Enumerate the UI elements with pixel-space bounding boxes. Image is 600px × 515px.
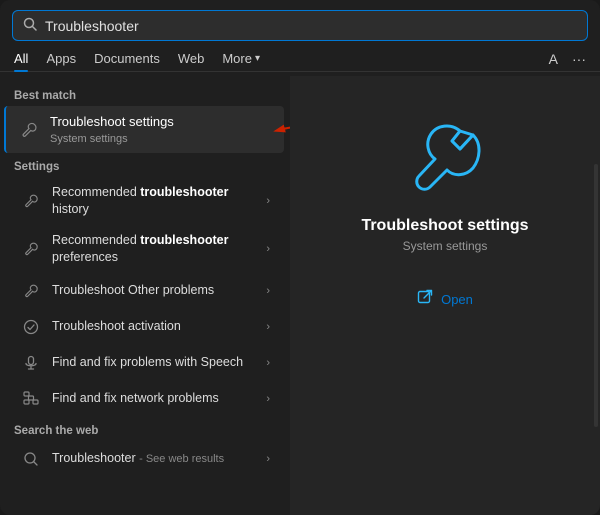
scroll-indicator xyxy=(594,164,598,427)
settings-item-4-text: Troubleshoot activation xyxy=(52,318,252,335)
chevron-right-icon-4: › xyxy=(266,321,270,333)
search-input[interactable]: Troubleshooter xyxy=(45,18,577,34)
best-match-item[interactable]: Troubleshoot settings System settings xyxy=(4,106,284,153)
settings-item-4[interactable]: Troubleshoot activation › xyxy=(6,309,284,345)
tab-more[interactable]: More ▾ xyxy=(222,47,260,71)
settings-item-5-text: Find and fix problems with Speech xyxy=(52,354,252,371)
right-panel-icon xyxy=(405,116,485,201)
search-bar[interactable]: Troubleshooter xyxy=(12,10,588,41)
settings-item-6-text: Find and fix network problems xyxy=(52,390,252,407)
open-icon xyxy=(417,289,433,310)
chevron-right-icon-3: › xyxy=(266,285,270,297)
web-search-item[interactable]: Troubleshooter - See web results › xyxy=(6,441,284,477)
best-match-label: Best match xyxy=(0,82,290,106)
right-panel-title: Troubleshoot settings xyxy=(361,217,528,235)
settings-label: Settings xyxy=(0,153,290,177)
settings-item-1-text: Recommended troubleshooter history xyxy=(52,184,252,218)
more-options-button[interactable]: ··· xyxy=(572,51,586,67)
chevron-right-icon-2: › xyxy=(266,243,270,255)
web-search-label: Search the web xyxy=(0,417,290,441)
settings-item-3-text: Troubleshoot Other problems xyxy=(52,282,252,299)
chevron-right-icon-5: › xyxy=(266,357,270,369)
right-panel: Troubleshoot settings System settings Op… xyxy=(290,76,600,515)
settings-item-5[interactable]: Find and fix problems with Speech › xyxy=(6,345,284,381)
wrench-icon-3 xyxy=(20,280,42,302)
network-icon xyxy=(20,388,42,410)
settings-item-1[interactable]: Recommended troubleshooter history › xyxy=(6,177,284,225)
open-label[interactable]: Open xyxy=(441,292,473,307)
wrench-icon xyxy=(18,119,40,141)
tab-apps[interactable]: Apps xyxy=(46,47,76,71)
right-panel-subtitle: System settings xyxy=(403,239,488,253)
left-panel: Best match Troubleshoot settings System … xyxy=(0,76,290,515)
chevron-down-icon: ▾ xyxy=(255,53,260,64)
tab-all[interactable]: All xyxy=(14,47,28,71)
settings-item-6[interactable]: Find and fix network problems › xyxy=(6,381,284,417)
chevron-right-icon-1: › xyxy=(266,195,270,207)
search-window: Troubleshooter All Apps Documents Web Mo… xyxy=(0,0,600,515)
font-size-indicator: A xyxy=(549,51,558,67)
open-action[interactable]: Open xyxy=(407,283,483,316)
settings-item-3[interactable]: Troubleshoot Other problems › xyxy=(6,273,284,309)
chevron-right-icon-web: › xyxy=(266,453,270,465)
shield-icon xyxy=(20,316,42,338)
settings-item-2-text: Recommended troubleshooter preferences xyxy=(52,232,252,266)
tab-web[interactable]: Web xyxy=(178,47,205,71)
tabs-right-actions: A ··· xyxy=(549,51,586,67)
tabs-bar: All Apps Documents Web More ▾ A ··· xyxy=(0,47,600,72)
search-web-icon xyxy=(20,448,42,470)
chevron-right-icon-6: › xyxy=(266,393,270,405)
wrench-icon-1 xyxy=(20,190,42,212)
settings-item-2[interactable]: Recommended troubleshooter preferences › xyxy=(6,225,284,273)
wrench-icon-2 xyxy=(20,238,42,260)
tab-documents[interactable]: Documents xyxy=(94,47,160,71)
best-match-text: Troubleshoot settings System settings xyxy=(50,113,270,146)
search-icon xyxy=(23,17,37,34)
main-content: Best match Troubleshoot settings System … xyxy=(0,76,600,515)
web-search-text: Troubleshooter - See web results xyxy=(52,450,252,467)
mic-icon xyxy=(20,352,42,374)
